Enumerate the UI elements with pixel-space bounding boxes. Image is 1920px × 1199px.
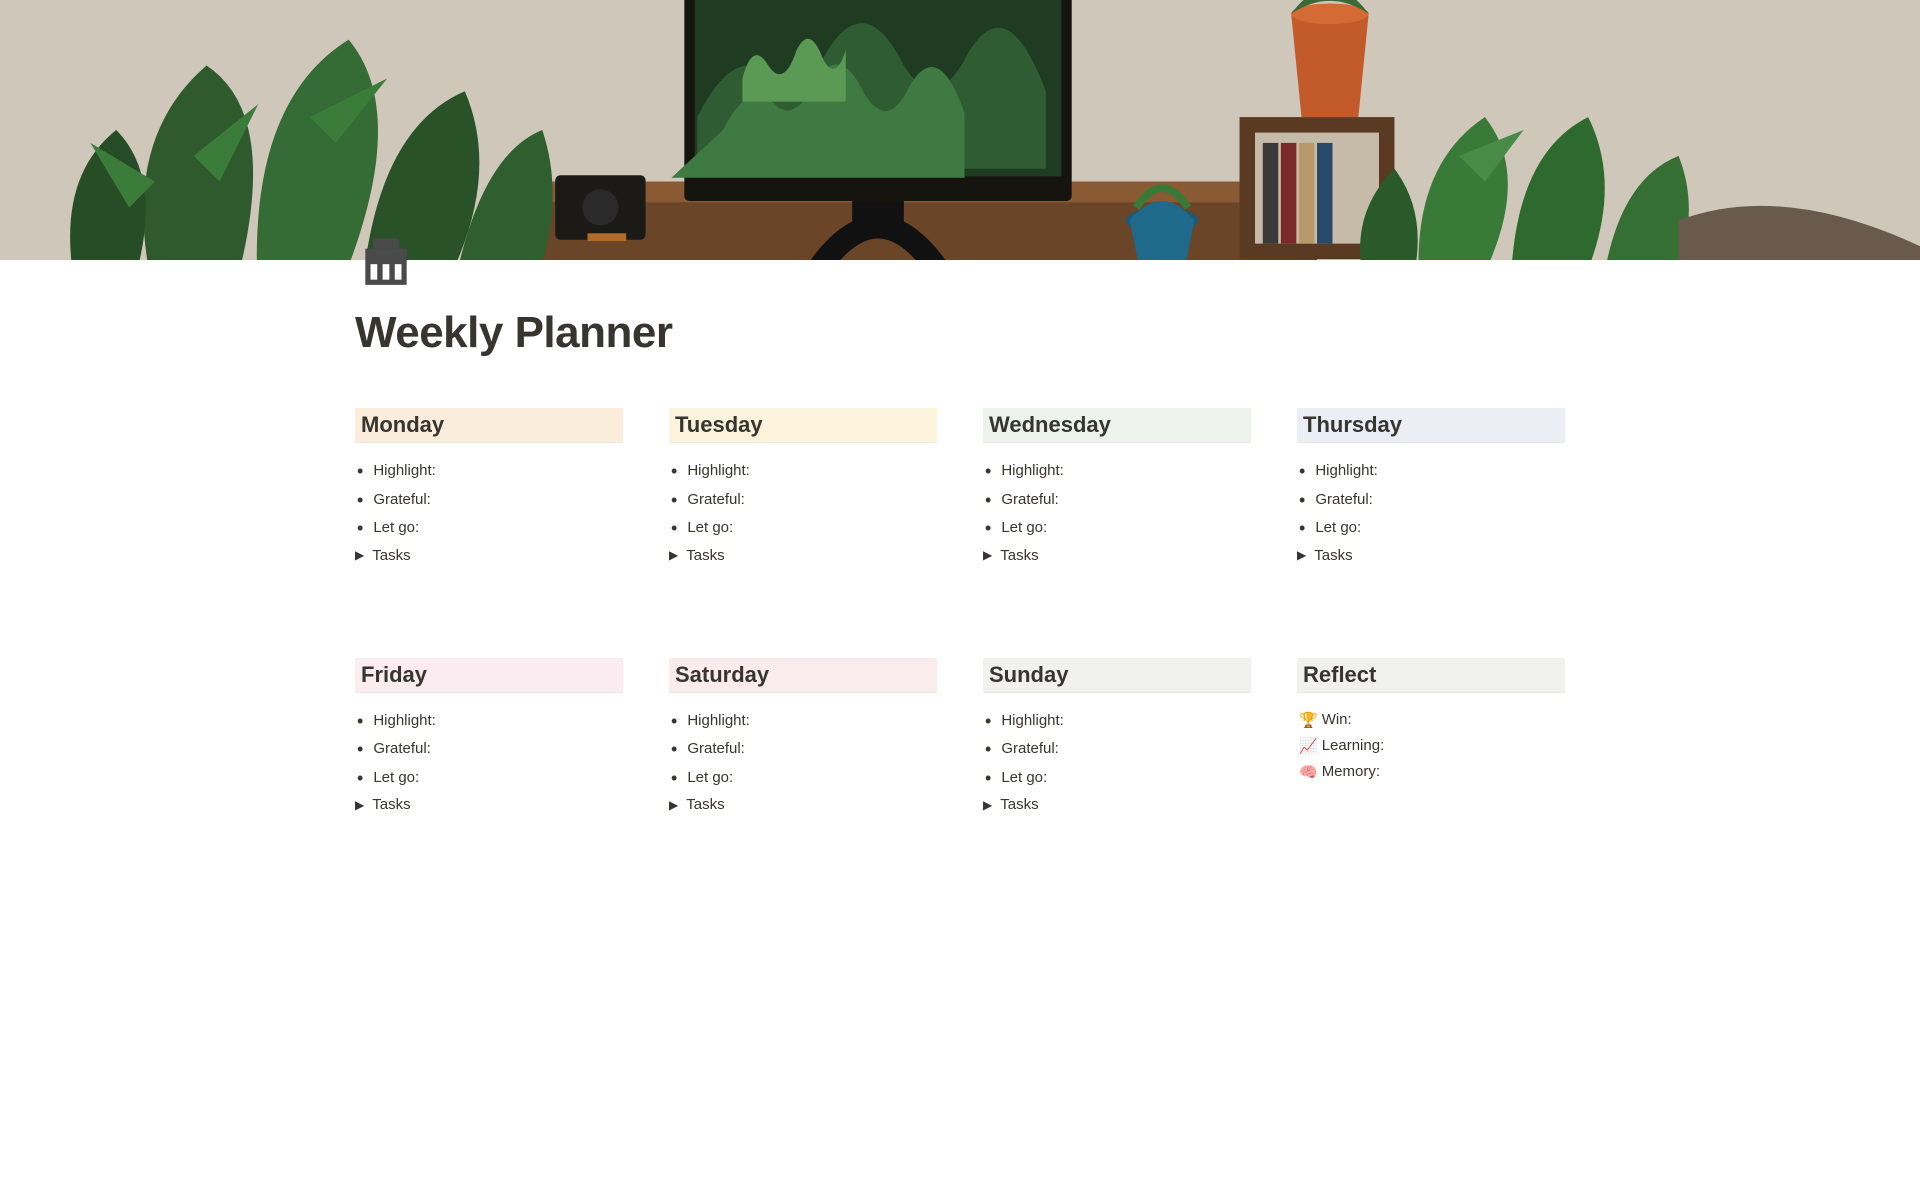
- toggle-triangle-icon: ▶: [355, 798, 364, 812]
- reflect-section: Reflect 🏆Win: 📈Learning: 🧠Memory:: [1297, 658, 1565, 818]
- day-header-friday: Friday: [355, 658, 623, 693]
- wednesday-letgo[interactable]: •Let go:: [985, 514, 1251, 543]
- bullet-icon: •: [357, 491, 363, 509]
- tasks-label: Tasks: [686, 796, 724, 813]
- bullet-icon: •: [985, 462, 991, 480]
- friday-letgo[interactable]: •Let go:: [357, 764, 623, 793]
- bullet-icon: •: [357, 769, 363, 787]
- tasks-label: Tasks: [372, 796, 410, 813]
- day-header-wednesday: Wednesday: [983, 408, 1251, 443]
- bullet-icon: •: [671, 462, 677, 480]
- tuesday-grateful[interactable]: •Grateful:: [671, 486, 937, 515]
- toggle-triangle-icon: ▶: [983, 548, 992, 562]
- bullet-icon: •: [357, 740, 363, 758]
- day-header-monday: Monday: [355, 408, 623, 443]
- reflect-memory[interactable]: 🧠Memory:: [1299, 759, 1565, 785]
- tasks-label: Tasks: [1000, 796, 1038, 813]
- toggle-triangle-icon: ▶: [983, 798, 992, 812]
- bullet-icon: •: [985, 519, 991, 537]
- wednesday-grateful[interactable]: •Grateful:: [985, 486, 1251, 515]
- saturday-highlight[interactable]: •Highlight:: [671, 707, 937, 736]
- day-friday: Friday •Highlight: •Grateful: •Let go: ▶…: [355, 658, 623, 818]
- reflect-learning[interactable]: 📈Learning:: [1299, 733, 1565, 759]
- monday-highlight[interactable]: •Highlight:: [357, 457, 623, 486]
- sunday-highlight[interactable]: •Highlight:: [985, 707, 1251, 736]
- day-header-saturday: Saturday: [669, 658, 937, 693]
- brain-icon: 🧠: [1299, 763, 1318, 781]
- chart-icon: 📈: [1299, 737, 1318, 755]
- day-saturday: Saturday •Highlight: •Grateful: •Let go:…: [669, 658, 937, 818]
- saturday-letgo[interactable]: •Let go:: [671, 764, 937, 793]
- bullet-icon: •: [985, 769, 991, 787]
- thursday-letgo[interactable]: •Let go:: [1299, 514, 1565, 543]
- saturday-tasks-toggle[interactable]: ▶ Tasks: [669, 792, 937, 817]
- toggle-triangle-icon: ▶: [355, 548, 364, 562]
- week-grid: Monday •Highlight: •Grateful: •Let go: ▶…: [355, 408, 1565, 817]
- saturday-grateful[interactable]: •Grateful:: [671, 735, 937, 764]
- friday-tasks-toggle[interactable]: ▶ Tasks: [355, 792, 623, 817]
- day-monday: Monday •Highlight: •Grateful: •Let go: ▶…: [355, 408, 623, 568]
- day-tuesday: Tuesday •Highlight: •Grateful: •Let go: …: [669, 408, 937, 568]
- sunday-tasks-toggle[interactable]: ▶ Tasks: [983, 792, 1251, 817]
- day-header-tuesday: Tuesday: [669, 408, 937, 443]
- bullet-icon: •: [1299, 462, 1305, 480]
- bullet-icon: •: [671, 740, 677, 758]
- day-thursday: Thursday •Highlight: •Grateful: •Let go:…: [1297, 408, 1565, 568]
- bullet-icon: •: [671, 712, 677, 730]
- bullet-icon: •: [357, 462, 363, 480]
- bullet-icon: •: [1299, 519, 1305, 537]
- day-header-thursday: Thursday: [1297, 408, 1565, 443]
- sunday-grateful[interactable]: •Grateful:: [985, 735, 1251, 764]
- tuesday-tasks-toggle[interactable]: ▶ Tasks: [669, 543, 937, 568]
- thursday-tasks-toggle[interactable]: ▶ Tasks: [1297, 543, 1565, 568]
- friday-highlight[interactable]: •Highlight:: [357, 707, 623, 736]
- monday-letgo[interactable]: •Let go:: [357, 514, 623, 543]
- monday-tasks-toggle[interactable]: ▶ Tasks: [355, 543, 623, 568]
- bullet-icon: •: [671, 491, 677, 509]
- bullet-icon: •: [985, 740, 991, 758]
- tuesday-letgo[interactable]: •Let go:: [671, 514, 937, 543]
- wednesday-highlight[interactable]: •Highlight:: [985, 457, 1251, 486]
- bullet-icon: •: [671, 769, 677, 787]
- page-icon: [355, 220, 425, 290]
- bullet-icon: •: [985, 491, 991, 509]
- bullet-icon: •: [357, 712, 363, 730]
- reflect-win[interactable]: 🏆Win:: [1299, 707, 1565, 733]
- monday-grateful[interactable]: •Grateful:: [357, 486, 623, 515]
- tasks-label: Tasks: [372, 547, 410, 564]
- tasks-label: Tasks: [1000, 547, 1038, 564]
- toggle-triangle-icon: ▶: [1297, 548, 1306, 562]
- friday-grateful[interactable]: •Grateful:: [357, 735, 623, 764]
- day-header-sunday: Sunday: [983, 658, 1251, 693]
- tasks-label: Tasks: [1314, 547, 1352, 564]
- bullet-icon: •: [985, 712, 991, 730]
- tuesday-highlight[interactable]: •Highlight:: [671, 457, 937, 486]
- toggle-triangle-icon: ▶: [669, 798, 678, 812]
- bullet-icon: •: [357, 519, 363, 537]
- tasks-label: Tasks: [686, 547, 724, 564]
- day-sunday: Sunday •Highlight: •Grateful: •Let go: ▶…: [983, 658, 1251, 818]
- toggle-triangle-icon: ▶: [669, 548, 678, 562]
- thursday-highlight[interactable]: •Highlight:: [1299, 457, 1565, 486]
- wednesday-tasks-toggle[interactable]: ▶ Tasks: [983, 543, 1251, 568]
- bullet-icon: •: [1299, 491, 1305, 509]
- day-wednesday: Wednesday •Highlight: •Grateful: •Let go…: [983, 408, 1251, 568]
- bullet-icon: •: [671, 519, 677, 537]
- page-title: Weekly Planner: [355, 308, 1565, 358]
- trophy-icon: 🏆: [1299, 711, 1318, 729]
- reflect-header: Reflect: [1297, 658, 1565, 693]
- thursday-grateful[interactable]: •Grateful:: [1299, 486, 1565, 515]
- sunday-letgo[interactable]: •Let go:: [985, 764, 1251, 793]
